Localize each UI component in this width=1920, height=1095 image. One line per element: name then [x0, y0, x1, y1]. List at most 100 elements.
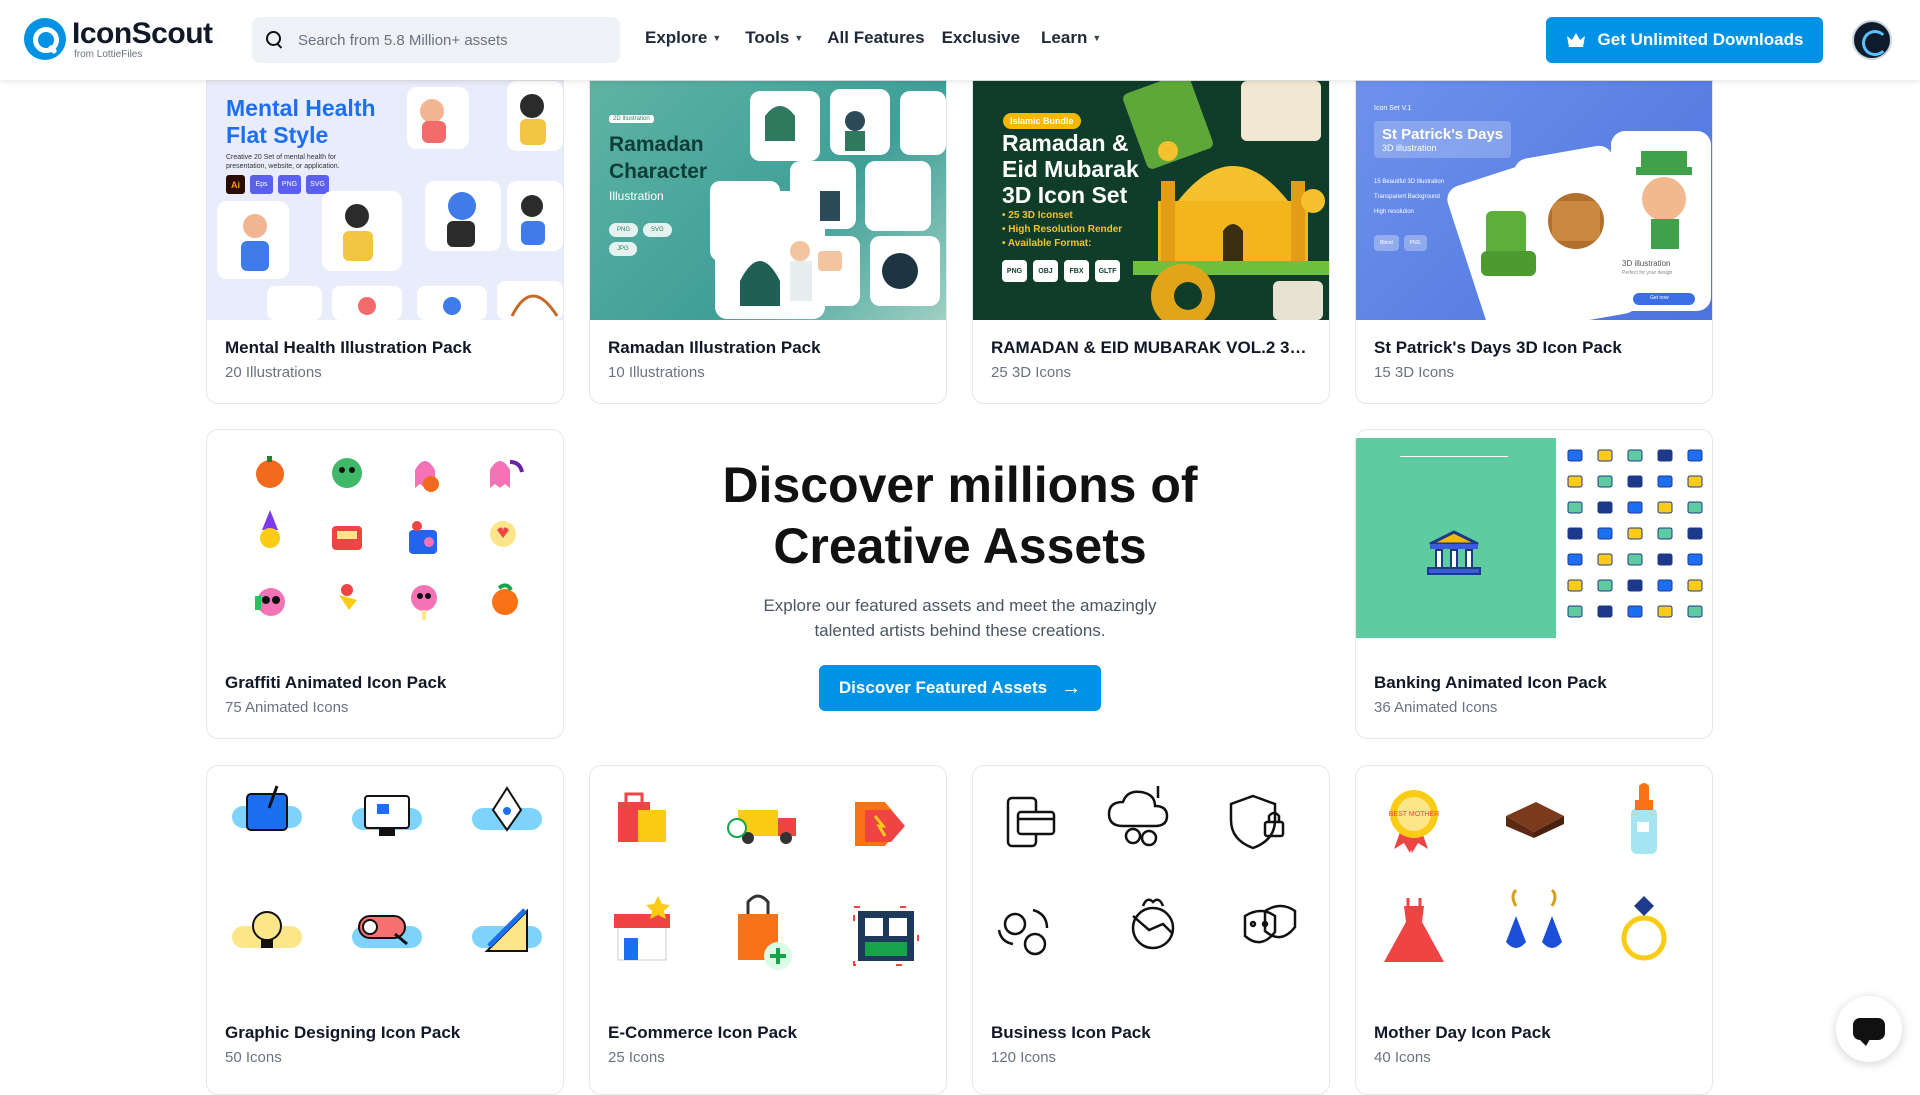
badge-svg: SVG — [643, 223, 672, 237]
badge-fbx: FBX — [1064, 260, 1089, 282]
mini-banking-icon — [1687, 475, 1703, 488]
card-mental-health[interactable]: Mental Health Flat Style Creative 20 Set… — [206, 80, 564, 404]
card-subtitle: 36 Animated Icons — [1374, 699, 1498, 716]
card-subtitle: 40 Icons — [1374, 1049, 1431, 1066]
card-ramadan-eid-3d[interactable]: Islamic Bundle Ramadan & Eid Mubarak 3D … — [972, 80, 1330, 404]
nav-explore[interactable]: Explore ▼ — [645, 28, 721, 48]
card-title[interactable]: St Patrick's Days 3D Icon Pack — [1374, 338, 1696, 358]
hero-button-label: Discover Featured Assets — [838, 678, 1048, 697]
mini-banking-icon — [1687, 449, 1703, 462]
card-thumbnail: Islamic Bundle Ramadan & Eid Mubarak 3D … — [973, 81, 1329, 320]
phone-get-now: Get now — [1650, 295, 1669, 301]
shopping-bags-icon — [618, 792, 666, 842]
thumb-heading: St Patrick's Days — [1382, 126, 1504, 143]
nav-exclusive[interactable]: Exclusive — [942, 28, 1020, 48]
ruler-triangle-icon — [472, 908, 542, 952]
nav-all-features-label: All Features — [827, 28, 925, 47]
mini-banking-icon — [1567, 527, 1583, 540]
thumb-tag: Icon Set V.1 — [1374, 105, 1412, 112]
nav-explore-label: Explore — [645, 28, 708, 47]
nav-learn-label: Learn — [1041, 28, 1088, 47]
nav-tools[interactable]: Tools ▼ — [745, 28, 803, 48]
skull-icon — [255, 588, 285, 616]
card-mother-day[interactable]: BEST MOTHER Mother Day Icon Pack 40 Icon… — [1355, 765, 1713, 1095]
mini-banking-icon — [1597, 501, 1613, 514]
card-banking[interactable]: Banking Animated Icon Pack 36 Animated I… — [1355, 429, 1713, 739]
red-dress-icon — [1384, 898, 1444, 962]
top-header: IconScout from LottieFiles Explore ▼ Tool… — [0, 0, 1920, 80]
card-title[interactable]: RAMADAN & EID MUBARAK VOL.2 3D ICON SET — [991, 338, 1313, 358]
card-subtitle: 75 Animated Icons — [225, 699, 349, 716]
cta-label: Get Unlimited Downloads — [1597, 30, 1804, 49]
card-graffiti[interactable]: Graffiti Animated Icon Pack 75 Animated … — [206, 429, 564, 739]
card-st-patricks[interactable]: Icon Set V.1 St Patrick's Days 3D illust… — [1355, 80, 1713, 404]
nav-all-features[interactable]: All Features — [827, 28, 924, 48]
monster-icon — [332, 458, 362, 488]
card-title[interactable]: Graphic Designing Icon Pack — [225, 1023, 547, 1043]
card-title[interactable]: Business Icon Pack — [991, 1023, 1313, 1043]
hero-title-line1: Discover millions of — [722, 457, 1198, 513]
card-title[interactable]: Banking Animated Icon Pack — [1374, 673, 1696, 693]
chevron-down-icon: ▼ — [794, 33, 804, 43]
card-title[interactable]: Ramadan Illustration Pack — [608, 338, 930, 358]
cassette-icon — [332, 526, 362, 550]
search-bar[interactable] — [252, 17, 620, 63]
mother-day-icons: BEST MOTHER — [1384, 783, 1667, 962]
bullet: • 25 3D Iconset — [1002, 210, 1073, 221]
badge-png: PNG — [1002, 260, 1027, 282]
feature: 15 Beautiful 3D Illustration — [1374, 179, 1445, 185]
hero-title-line2: Creative Assets — [773, 518, 1147, 574]
chocolate-icon — [1506, 802, 1564, 838]
svg-text:BEST MOTHER: BEST MOTHER — [1389, 811, 1439, 818]
search-input[interactable] — [298, 31, 588, 49]
thumb-badges: PNG OBJ FBX GLTF — [1002, 260, 1120, 282]
thumb-tag: Islamic Bundle — [1003, 113, 1081, 129]
mini-banking-icon — [1627, 475, 1643, 488]
thumb-badges: PNG SVG JPG — [609, 223, 699, 256]
lollipop-face-icon — [411, 585, 437, 620]
business-icons — [997, 786, 1297, 956]
user-avatar[interactable] — [1852, 20, 1892, 60]
card-subtitle: 25 3D Icons — [991, 364, 1072, 381]
mini-banking-icon — [1567, 605, 1583, 618]
mini-banking-icon — [1687, 605, 1703, 618]
badge-jpg: JPG — [609, 242, 637, 256]
chat-widget-button[interactable] — [1836, 996, 1902, 1062]
mini-banking-icon — [1657, 475, 1673, 488]
badge-png: PNG — [1403, 235, 1427, 251]
phone-caption: 3D illustration — [1622, 259, 1671, 268]
card-ecommerce[interactable]: E-Commerce Icon Pack 25 Icons — [589, 765, 947, 1095]
mini-banking-icon — [1567, 579, 1583, 592]
card-graphic-designing[interactable]: Graphic Designing Icon Pack 50 Icons — [206, 765, 564, 1095]
thumb-badges: Blend PNG — [1374, 235, 1427, 251]
discover-featured-assets-button[interactable]: Discover Featured Assets → — [819, 665, 1101, 711]
get-unlimited-downloads-button[interactable]: Get Unlimited Downloads — [1546, 17, 1823, 63]
card-title[interactable]: Graffiti Animated Icon Pack — [225, 673, 547, 693]
card-business[interactable]: Business Icon Pack 120 Icons — [972, 765, 1330, 1095]
card-ramadan-illustration[interactable]: 2D Illustration Ramadan Character Illust… — [589, 80, 947, 404]
bank-icon — [1427, 530, 1481, 575]
store-grid-icon — [853, 906, 919, 966]
mini-banking-icon — [1597, 579, 1613, 592]
mental-health-illustrations — [217, 81, 563, 320]
mini-banking-icon — [1687, 527, 1703, 540]
lightbulb-icon — [232, 911, 302, 948]
thumb-caption: Illustration — [609, 189, 664, 203]
mini-banking-icon — [1627, 527, 1643, 540]
currency-exchange-icon — [997, 908, 1049, 956]
feature: High resolution — [1374, 209, 1415, 215]
mini-banking-icon — [1597, 449, 1613, 462]
nav-learn[interactable]: Learn ▼ — [1041, 28, 1101, 48]
wizard-icon — [260, 510, 280, 548]
heart-ring-icon — [490, 521, 516, 547]
ecommerce-icons — [614, 792, 919, 970]
pen-tool-icon — [472, 786, 542, 832]
pumpkin-icon — [256, 456, 284, 488]
card-title[interactable]: E-Commerce Icon Pack — [608, 1023, 930, 1043]
card-title[interactable]: Mental Health Illustration Pack — [225, 338, 547, 358]
card-subtitle: 25 Icons — [608, 1049, 665, 1066]
iconscout-logo[interactable]: IconScout from LottieFiles — [24, 18, 213, 60]
card-title[interactable]: Mother Day Icon Pack — [1374, 1023, 1696, 1043]
card-subtitle: 20 Illustrations — [225, 364, 322, 381]
mini-banking-icon — [1657, 527, 1673, 540]
